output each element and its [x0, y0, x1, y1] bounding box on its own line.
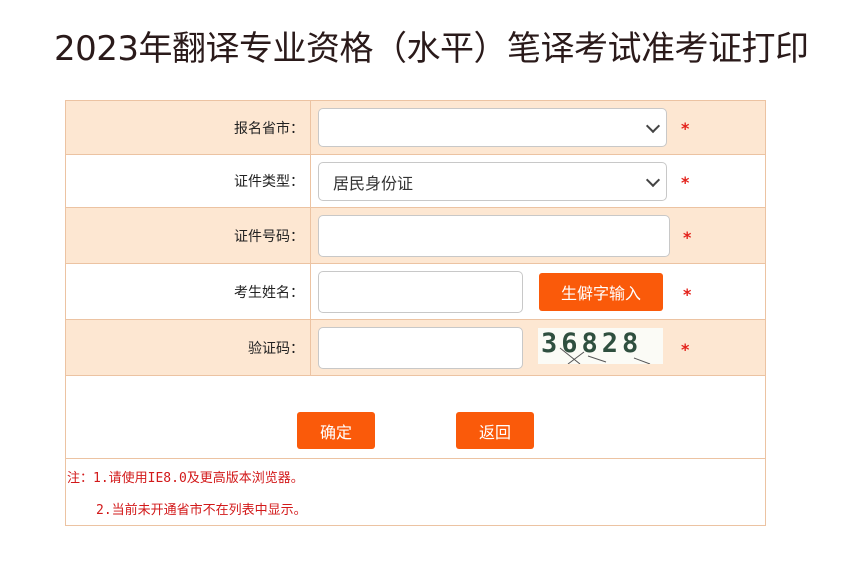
- chevron-down-icon: [645, 118, 661, 133]
- confirm-button[interactable]: 确定: [297, 412, 375, 449]
- id-number-input[interactable]: [318, 215, 670, 257]
- chevron-down-icon: [645, 172, 661, 187]
- name-label: 考生姓名：: [66, 264, 311, 319]
- id-type-select-value: 居民身份证: [333, 173, 414, 193]
- required-mark: *: [681, 173, 690, 192]
- required-mark: *: [683, 285, 692, 304]
- province-label: 报名省市：: [66, 101, 311, 154]
- captcha-code: 36828: [541, 328, 643, 359]
- province-row: 报名省市： *: [66, 101, 765, 155]
- required-mark: *: [681, 340, 690, 359]
- required-mark: *: [683, 228, 692, 247]
- captcha-image[interactable]: 36828: [538, 328, 663, 365]
- id-type-label: 证件类型：: [66, 155, 311, 207]
- captcha-input[interactable]: [318, 327, 523, 369]
- province-select[interactable]: [318, 108, 667, 147]
- name-input[interactable]: [318, 271, 523, 313]
- notes-section: 注：1.请使用IE8.0及更高版本浏览器。 2.当前未开通省市不在列表中显示。: [66, 459, 765, 525]
- id-type-select[interactable]: 居民身份证: [318, 162, 667, 201]
- note-line-1: 注：1.请使用IE8.0及更高版本浏览器。: [67, 471, 304, 486]
- page-title: 2023年翻译专业资格（水平）笔译考试准考证打印: [54, 29, 809, 69]
- captcha-label: 验证码：: [66, 320, 311, 375]
- captcha-row: 验证码： 36828 *: [66, 320, 765, 376]
- id-number-row: 证件号码： *: [66, 208, 765, 264]
- actions-row: 确定 返回: [66, 376, 765, 459]
- rare-char-input-button[interactable]: 生僻字输入: [539, 273, 663, 311]
- note-line-2: 2.当前未开通省市不在列表中显示。: [96, 503, 307, 518]
- name-row: 考生姓名： 生僻字输入 *: [66, 264, 765, 320]
- admission-ticket-form: 报名省市： * 证件类型： 居民身份证 * 证件号码： * 考生姓名： 生僻字输…: [65, 100, 766, 526]
- required-mark: *: [681, 119, 690, 138]
- id-number-label: 证件号码：: [66, 208, 311, 263]
- back-button[interactable]: 返回: [456, 412, 534, 449]
- id-type-row: 证件类型： 居民身份证 *: [66, 155, 765, 208]
